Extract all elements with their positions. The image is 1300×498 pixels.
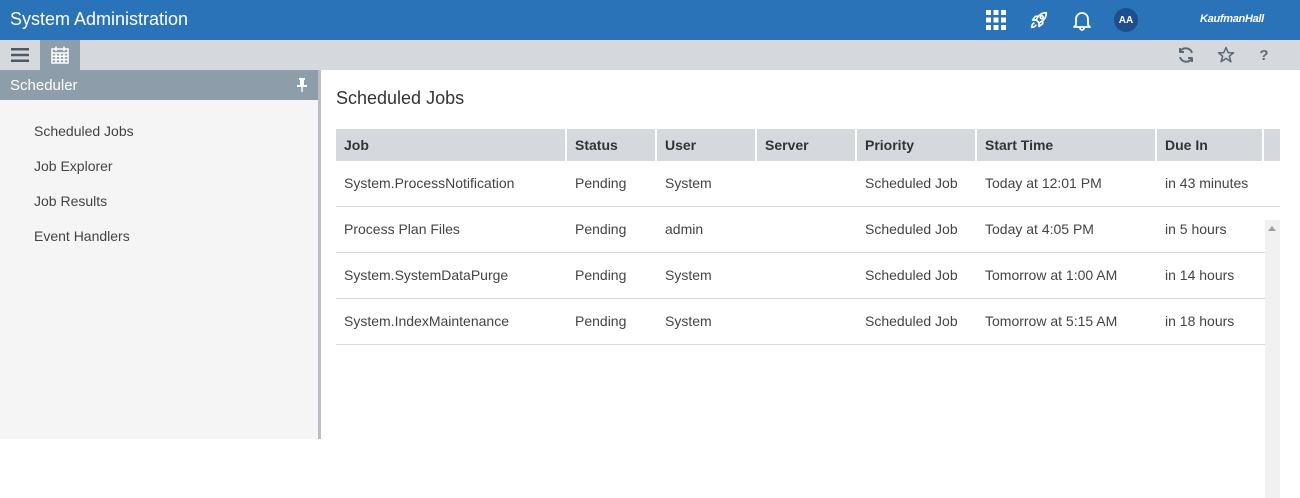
help-icon[interactable]: ? bbox=[1254, 45, 1274, 65]
cell-due-in: in 18 hours bbox=[1165, 313, 1235, 329]
cell-status: Pending bbox=[575, 313, 627, 329]
toolbar: ? bbox=[0, 40, 1300, 70]
sidebar: Scheduler Scheduled Jobs Job Explorer Jo… bbox=[0, 70, 321, 439]
cell-server bbox=[757, 299, 857, 344]
bell-icon[interactable] bbox=[1071, 8, 1093, 32]
column-header-start-time[interactable]: Start Time bbox=[977, 129, 1157, 161]
rocket-icon[interactable] bbox=[1027, 8, 1051, 32]
pin-icon[interactable] bbox=[296, 78, 308, 92]
cell-job: System.ProcessNotification bbox=[344, 175, 515, 191]
table-row[interactable]: System.ProcessNotification Pending Syste… bbox=[336, 161, 1280, 207]
cell-status: Pending bbox=[575, 267, 627, 283]
sidebar-title: Scheduler bbox=[10, 77, 78, 94]
cell-server bbox=[757, 161, 857, 206]
main-content: Scheduled Jobs Job Status User Server Pr… bbox=[324, 70, 1300, 498]
user-avatar[interactable]: AA bbox=[1114, 8, 1138, 32]
sidebar-header: Scheduler bbox=[0, 70, 318, 100]
jobs-table: Job Status User Server Priority Start Ti… bbox=[336, 129, 1280, 498]
cell-user: System bbox=[665, 313, 712, 329]
cell-status: Pending bbox=[575, 175, 627, 191]
scroll-up-arrow-icon[interactable] bbox=[1268, 226, 1276, 231]
column-header-user[interactable]: User bbox=[657, 129, 757, 161]
cell-user: System bbox=[665, 175, 712, 191]
sidebar-item-scheduled-jobs[interactable]: Scheduled Jobs bbox=[0, 114, 318, 149]
cell-start-time: Today at 12:01 PM bbox=[985, 175, 1102, 191]
table-header: Job Status User Server Priority Start Ti… bbox=[336, 129, 1280, 161]
apps-grid-icon[interactable] bbox=[985, 8, 1007, 32]
sidebar-item-job-explorer[interactable]: Job Explorer bbox=[0, 149, 318, 184]
refresh-icon[interactable] bbox=[1176, 45, 1196, 65]
cell-due-in: in 43 minutes bbox=[1165, 175, 1249, 191]
cell-priority: Scheduled Job bbox=[865, 221, 958, 237]
cell-user: admin bbox=[665, 221, 704, 237]
cell-user: System bbox=[665, 267, 712, 283]
cell-due-in: in 14 hours bbox=[1165, 267, 1235, 283]
cell-priority: Scheduled Job bbox=[865, 267, 958, 283]
table-row[interactable]: System.IndexMaintenance Pending System S… bbox=[336, 299, 1280, 345]
column-header-job[interactable]: Job bbox=[336, 129, 567, 161]
cell-job: System.IndexMaintenance bbox=[344, 313, 509, 329]
sidebar-item-job-results[interactable]: Job Results bbox=[0, 184, 318, 219]
cell-start-time: Today at 4:05 PM bbox=[985, 221, 1094, 237]
table-scrollbar[interactable] bbox=[1265, 220, 1280, 498]
column-header-status[interactable]: Status bbox=[567, 129, 657, 161]
cell-start-time: Tomorrow at 1:00 AM bbox=[985, 267, 1118, 283]
cell-due-in: in 5 hours bbox=[1165, 221, 1227, 237]
cell-priority: Scheduled Job bbox=[865, 175, 958, 191]
column-header-server[interactable]: Server bbox=[757, 129, 857, 161]
sidebar-item-event-handlers[interactable]: Event Handlers bbox=[0, 219, 318, 254]
cell-start-time: Tomorrow at 5:15 AM bbox=[985, 313, 1118, 329]
cell-status: Pending bbox=[575, 221, 627, 237]
brand-logo: KaufmanHall bbox=[1200, 13, 1264, 25]
page-title: Scheduled Jobs bbox=[336, 88, 465, 108]
cell-server bbox=[757, 253, 857, 298]
cell-priority: Scheduled Job bbox=[865, 313, 958, 329]
sidebar-nav: Scheduled Jobs Job Explorer Job Results … bbox=[0, 114, 318, 254]
cell-server bbox=[757, 207, 857, 252]
table-row[interactable]: System.SystemDataPurge Pending System Sc… bbox=[336, 253, 1280, 299]
app-title: System Administration bbox=[10, 9, 189, 29]
table-row[interactable]: Process Plan Files Pending admin Schedul… bbox=[336, 207, 1280, 253]
cell-job: Process Plan Files bbox=[344, 221, 460, 237]
calendar-icon[interactable] bbox=[40, 40, 80, 70]
app-header: System Administration AA KaufmanHall bbox=[0, 0, 1300, 40]
column-header-priority[interactable]: Priority bbox=[857, 129, 977, 161]
hamburger-menu-icon[interactable] bbox=[0, 40, 40, 70]
column-header-due-in[interactable]: Due In bbox=[1157, 129, 1264, 161]
cell-job: System.SystemDataPurge bbox=[344, 267, 509, 283]
star-icon[interactable] bbox=[1216, 45, 1236, 65]
